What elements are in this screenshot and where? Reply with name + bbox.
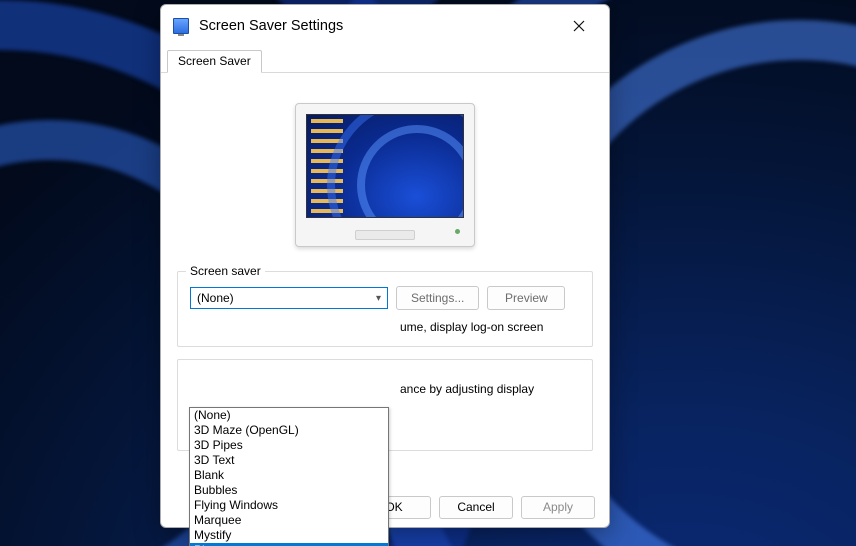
screensaver-settings-dialog: Screen Saver Settings Screen Saver	[160, 4, 610, 528]
dropdown-option[interactable]: 3D Pipes	[190, 438, 388, 453]
close-button[interactable]	[561, 12, 597, 40]
screensaver-icon	[173, 18, 189, 34]
screensaver-dropdown[interactable]: (None) ▾	[190, 287, 388, 309]
screensaver-dropdown-list[interactable]: (None)3D Maze (OpenGL)3D Pipes3D TextBla…	[189, 407, 389, 546]
preview-monitor-area	[177, 91, 593, 271]
dropdown-option[interactable]: Marquee	[190, 513, 388, 528]
preview-button[interactable]: Preview	[487, 286, 565, 310]
tab-screen-saver[interactable]: Screen Saver	[167, 50, 262, 73]
resume-checkbox-label-partial: ume, display log-on screen	[400, 320, 543, 334]
apply-button[interactable]: Apply	[521, 496, 595, 519]
preview-screen	[306, 114, 464, 218]
desktop-background: Screen Saver Settings Screen Saver	[0, 0, 856, 546]
close-icon	[573, 20, 585, 32]
window-title: Screen Saver Settings	[199, 18, 343, 34]
dropdown-option[interactable]: 3D Text	[190, 453, 388, 468]
power-text-partial: ance by adjusting display	[400, 382, 580, 396]
titlebar[interactable]: Screen Saver Settings	[161, 5, 609, 47]
group-legend: Screen saver	[186, 264, 265, 278]
dropdown-selected-value: (None)	[197, 291, 234, 305]
preview-monitor-icon	[295, 103, 475, 247]
screen-saver-group: Screen saver (None) ▾ Settings... Previe…	[177, 271, 593, 347]
dropdown-option[interactable]: Bubbles	[190, 483, 388, 498]
dropdown-option[interactable]: (None)	[190, 408, 388, 423]
dropdown-option[interactable]: 3D Maze (OpenGL)	[190, 423, 388, 438]
tab-content: Screen saver (None) ▾ Settings... Previe…	[161, 73, 609, 487]
dropdown-option[interactable]: Blank	[190, 468, 388, 483]
dropdown-option[interactable]: Flying Windows	[190, 498, 388, 513]
tabstrip: Screen Saver	[161, 47, 609, 73]
dropdown-option[interactable]: Mystify	[190, 528, 388, 543]
chevron-down-icon: ▾	[376, 293, 381, 304]
cancel-button[interactable]: Cancel	[439, 496, 513, 519]
settings-button[interactable]: Settings...	[396, 286, 479, 310]
